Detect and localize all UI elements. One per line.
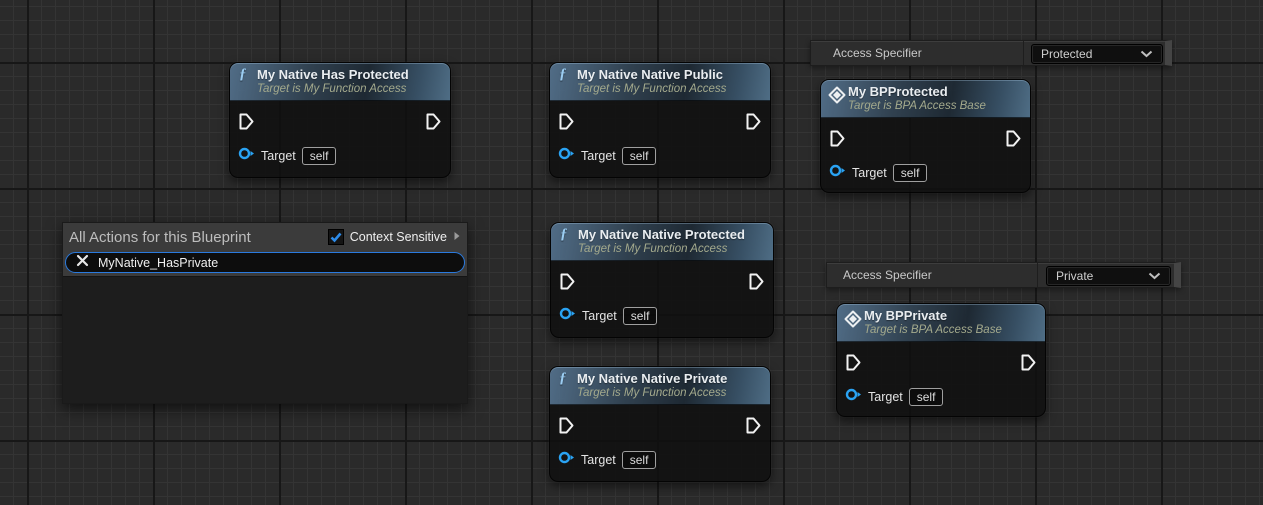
exec-out-pin[interactable]	[748, 272, 765, 291]
node-header: ƒ My Native Native Private Target is My …	[550, 367, 770, 405]
target-self-box[interactable]: self	[909, 388, 944, 406]
node-my-native-has-protected[interactable]: ƒ My Native Has Protected Target is My F…	[229, 62, 451, 178]
function-icon: ƒ	[559, 370, 567, 387]
action-search-field[interactable]	[65, 252, 465, 273]
chevron-down-icon	[1140, 45, 1153, 63]
node-title: My Native Has Protected	[257, 67, 442, 82]
chevron-down-icon	[1148, 267, 1161, 285]
target-object-pin[interactable]	[829, 163, 846, 183]
blueprint-actions-menu: All Actions for this Blueprint Context S…	[62, 222, 468, 404]
node-subtitle: Target is BPA Access Base	[864, 323, 1037, 337]
access-specifier-dropdown[interactable]: Private	[1046, 266, 1171, 286]
target-object-pin[interactable]	[558, 450, 575, 470]
node-my-native-native-public[interactable]: ƒ My Native Native Public Target is My F…	[549, 62, 771, 178]
menu-title: All Actions for this Blueprint	[69, 229, 322, 246]
context-sensitive-checkbox[interactable]	[328, 229, 344, 245]
context-sensitive-label: Context Sensitive	[350, 230, 447, 244]
node-header: My BPProtected Target is BPA Access Base	[821, 80, 1030, 118]
node-title: My Native Native Protected	[578, 227, 765, 242]
details-row-access-specifier: Access Specifier Protected	[810, 40, 1172, 66]
clear-search-icon[interactable]	[76, 254, 89, 272]
exec-in-pin[interactable]	[238, 112, 255, 131]
node-subtitle: Target is My Function Access	[577, 82, 762, 96]
exec-out-pin[interactable]	[745, 112, 762, 131]
node-my-bpprotected[interactable]: My BPProtected Target is BPA Access Base…	[820, 79, 1031, 193]
node-my-native-native-private[interactable]: ƒ My Native Native Private Target is My …	[549, 366, 771, 482]
exec-out-pin[interactable]	[1020, 353, 1037, 372]
target-self-box[interactable]: self	[622, 451, 657, 469]
exec-out-pin[interactable]	[745, 416, 762, 435]
node-header: ƒ My Native Native Protected Target is M…	[551, 223, 773, 261]
exec-out-pin[interactable]	[425, 112, 442, 131]
target-self-box[interactable]: self	[623, 307, 658, 325]
exec-in-pin[interactable]	[845, 353, 862, 372]
exec-in-pin[interactable]	[558, 416, 575, 435]
target-pin-label: Target	[852, 166, 887, 180]
details-row-access-specifier: Access Specifier Private	[826, 262, 1181, 288]
target-self-box[interactable]: self	[302, 147, 337, 165]
node-my-bpprivate[interactable]: My BPPrivate Target is BPA Access Base T…	[836, 303, 1046, 417]
exec-in-pin[interactable]	[558, 112, 575, 131]
target-object-pin[interactable]	[238, 146, 255, 166]
exec-in-pin[interactable]	[829, 129, 846, 148]
node-title: My Native Native Private	[577, 371, 762, 386]
access-specifier-dropdown[interactable]: Protected	[1031, 44, 1163, 64]
node-header: My BPPrivate Target is BPA Access Base	[837, 304, 1045, 342]
node-title: My BPPrivate	[864, 308, 1037, 323]
node-title: My BPProtected	[848, 84, 1022, 99]
access-specifier-label: Access Specifier	[827, 268, 932, 282]
action-results-list[interactable]	[63, 276, 467, 403]
target-object-pin[interactable]	[558, 146, 575, 166]
dropdown-selected-value: Private	[1056, 269, 1093, 283]
function-icon: ƒ	[239, 66, 247, 83]
node-subtitle: Target is My Function Access	[578, 242, 765, 256]
target-pin-label: Target	[581, 453, 616, 467]
function-icon: ƒ	[559, 66, 567, 83]
exec-out-pin[interactable]	[1005, 129, 1022, 148]
blueprint-graph-canvas[interactable]: { "palette_menu": { "title": "All Action…	[0, 0, 1263, 505]
exec-in-pin[interactable]	[559, 272, 576, 291]
event-diamond-icon	[844, 310, 862, 333]
target-pin-label: Target	[868, 390, 903, 404]
target-pin-label: Target	[582, 309, 617, 323]
column-splitter[interactable]	[1037, 263, 1038, 287]
node-subtitle: Target is My Function Access	[577, 386, 762, 400]
node-my-native-native-protected[interactable]: ƒ My Native Native Protected Target is M…	[550, 222, 774, 338]
target-object-pin[interactable]	[559, 306, 576, 326]
access-specifier-label: Access Specifier	[811, 46, 922, 60]
expander-arrow-icon[interactable]	[453, 228, 461, 246]
node-subtitle: Target is BPA Access Base	[848, 99, 1022, 113]
function-icon: ƒ	[560, 226, 568, 243]
search-input[interactable]	[98, 256, 454, 270]
target-self-box[interactable]: self	[893, 164, 928, 182]
dropdown-selected-value: Protected	[1041, 47, 1092, 61]
node-header: ƒ My Native Has Protected Target is My F…	[230, 63, 450, 101]
node-header: ƒ My Native Native Public Target is My F…	[550, 63, 770, 101]
node-subtitle: Target is My Function Access	[257, 82, 442, 96]
node-title: My Native Native Public	[577, 67, 762, 82]
target-pin-label: Target	[581, 149, 616, 163]
column-splitter[interactable]	[1023, 41, 1024, 65]
target-object-pin[interactable]	[845, 387, 862, 407]
target-pin-label: Target	[261, 149, 296, 163]
event-diamond-icon	[828, 86, 846, 109]
target-self-box[interactable]: self	[622, 147, 657, 165]
